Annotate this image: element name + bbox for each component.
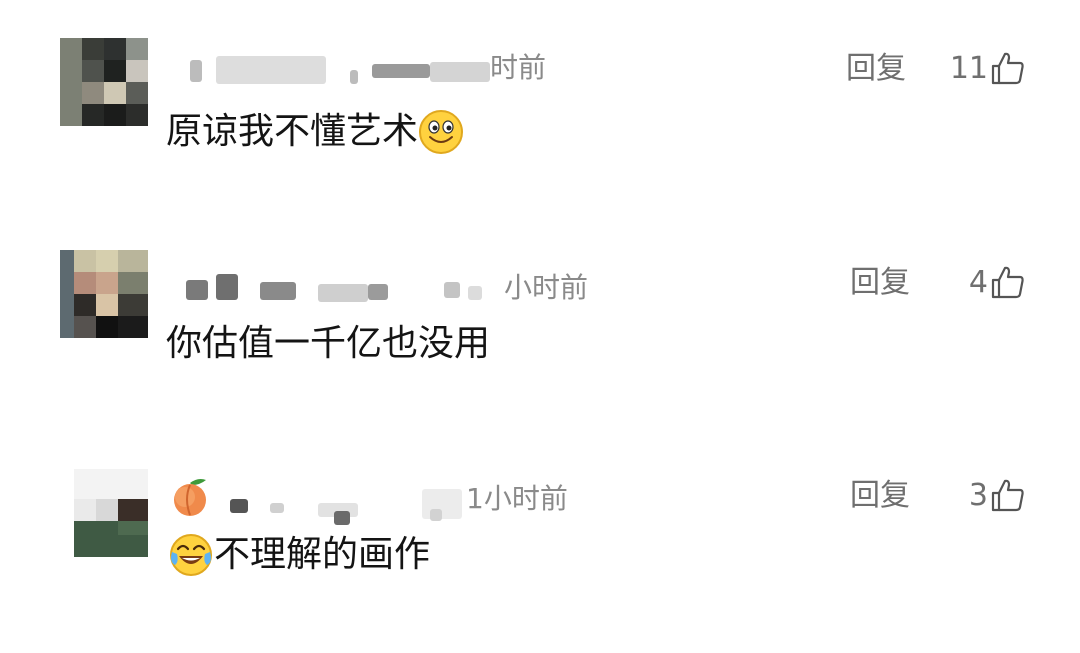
redacted-username (430, 509, 442, 521)
comment-body: 原谅我不懂艺术 (166, 108, 464, 156)
tears-of-joy-emoji-icon (170, 534, 212, 576)
comment-item: 小时前 你估值一千亿也没用 回复 4 (0, 250, 1080, 400)
redacted-username[interactable] (190, 60, 202, 82)
comment-body: 你估值一千亿也没用 (166, 320, 490, 368)
comment-item: 时前 原谅我不懂艺术 回复 11 (0, 38, 1080, 188)
smiling-face-emoji-icon (419, 110, 464, 154)
avatar[interactable] (60, 38, 148, 126)
redacted-username (430, 62, 490, 82)
comment-text: 你估值一千亿也没用 (166, 323, 491, 364)
reply-button[interactable]: 回复 (846, 46, 906, 92)
comment-text: 不理解的画作 (214, 534, 431, 575)
comment-text: 原谅我不懂艺术 (166, 111, 419, 152)
comment-item: 1小时前 不理解的画作 回复 3 (0, 465, 1080, 615)
comment-actions: 回复 11 (820, 46, 1040, 92)
redacted-username[interactable] (186, 280, 208, 300)
redacted-username (334, 511, 350, 525)
avatar[interactable] (60, 250, 148, 338)
comment-timestamp: 小时前 (504, 271, 589, 304)
avatar[interactable] (60, 469, 148, 557)
like-count: 11 (949, 51, 988, 86)
like-count: 4 (968, 265, 988, 300)
comment-timestamp: 时前 (490, 51, 547, 84)
thumbs-up-icon[interactable] (990, 477, 1026, 513)
redacted-username[interactable] (216, 274, 238, 300)
redacted-username (318, 284, 368, 302)
redacted-username (468, 286, 482, 300)
redacted-username (260, 282, 296, 300)
redacted-username (372, 64, 430, 78)
redacted-username[interactable] (216, 56, 326, 84)
redacted-username (270, 503, 284, 513)
comment-actions: 回复 4 (820, 260, 1040, 306)
thumbs-up-icon[interactable] (990, 50, 1026, 86)
redacted-username (444, 282, 460, 298)
thumbs-up-icon[interactable] (990, 264, 1026, 300)
like-count: 3 (968, 478, 988, 513)
comment-meta: 1小时前 (168, 473, 728, 525)
reply-button[interactable]: 回复 (850, 260, 910, 306)
peach-emoji-icon (174, 479, 206, 516)
redacted-username (422, 489, 462, 519)
comment-body: 不理解的画作 (168, 531, 430, 579)
comment-meta: 小时前 (168, 258, 728, 304)
comment-actions: 回复 3 (820, 473, 1040, 519)
comment-meta: 时前 (168, 46, 728, 90)
redacted-username (368, 284, 388, 300)
redacted-username (350, 70, 358, 84)
reply-button[interactable]: 回复 (850, 473, 910, 519)
redacted-username[interactable] (230, 499, 248, 513)
comment-timestamp: 1小时前 (466, 482, 568, 515)
